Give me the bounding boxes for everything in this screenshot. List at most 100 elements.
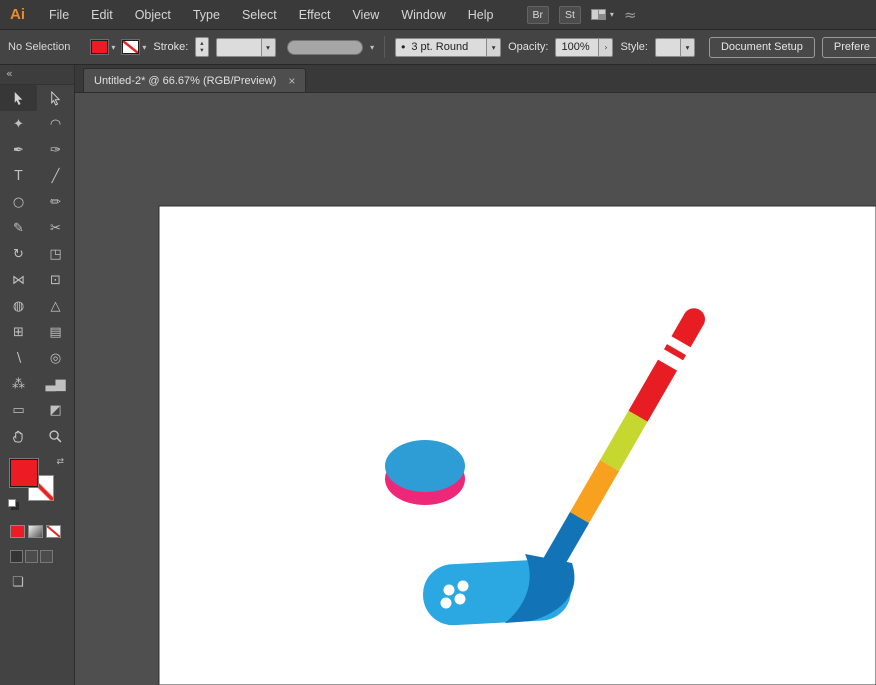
width-profile-dropdown[interactable] [287, 40, 364, 55]
slice-tool[interactable]: ◩ [37, 397, 74, 423]
color-mode-buttons [10, 525, 74, 538]
menu-help[interactable]: Help [457, 8, 505, 22]
ellipse-tool[interactable]: ○ [0, 189, 37, 215]
collapse-panel-button[interactable]: « [0, 65, 74, 85]
app-logo-icon: Ai [0, 6, 38, 23]
document-tab-bar: Untitled-2* @ 66.67% (RGB/Preview) × [75, 65, 876, 93]
width-tool[interactable]: ⋈ [0, 267, 37, 293]
menu-bar-right: Br St ▾ ≈ [527, 6, 637, 24]
paintbrush-tool[interactable]: ✏ [37, 189, 74, 215]
symbol-sprayer-tool[interactable]: ⁂ [0, 371, 37, 397]
mesh-tool[interactable]: ⊞ [0, 319, 37, 345]
preferences-button[interactable]: Prefere [822, 37, 876, 58]
selection-tool[interactable] [0, 85, 37, 111]
free-transform-tool[interactable]: ⊡ [37, 267, 74, 293]
tool-grid: ✦◠✒✑T╱○✏✎✂↻◳⋈⊡◍△⊞▤∖◎⁂▃▆▭◩ [0, 85, 74, 449]
line-segment-tool[interactable]: ╱ [37, 163, 74, 189]
brush-definition-dropdown[interactable]: •3 pt. Round ▾ [395, 38, 501, 57]
document-tab[interactable]: Untitled-2* @ 66.67% (RGB/Preview) × [83, 68, 306, 92]
stock-button[interactable]: St [559, 6, 581, 24]
stroke-weight-dropdown[interactable]: ▾ [216, 38, 276, 57]
sync-icon[interactable]: ≈ [624, 6, 637, 24]
canvas-svg [75, 93, 876, 685]
menu-file[interactable]: File [38, 8, 80, 22]
artboard-tool[interactable]: ▭ [0, 397, 37, 423]
control-bar: No Selection ▾ ▾ Stroke: ▴▾ ▾ ▾ •3 pt. R… [0, 30, 876, 65]
column-graph-tool[interactable]: ▃▆ [37, 371, 74, 397]
divider [384, 36, 385, 58]
chevron-down-icon[interactable]: ▾ [262, 38, 276, 57]
default-fill-stroke-icon[interactable] [8, 499, 16, 507]
puck[interactable] [385, 440, 465, 505]
direct-selection-tool[interactable] [37, 85, 74, 111]
gradient-button[interactable] [28, 525, 43, 538]
fill-stroke-indicator: ⇄ [8, 457, 66, 509]
scale-tool[interactable]: ◳ [37, 241, 74, 267]
eyedropper-tool[interactable]: ∖ [0, 345, 37, 371]
pencil-tool[interactable]: ✎ [0, 215, 37, 241]
menu-type[interactable]: Type [182, 8, 231, 22]
draw-behind-button[interactable] [25, 550, 38, 563]
pen-tool[interactable]: ✒ [0, 137, 37, 163]
puck-top[interactable] [385, 440, 465, 492]
graphic-style-dropdown[interactable]: ▾ [655, 38, 695, 57]
draw-normal-button[interactable] [10, 550, 23, 563]
stroke-color-swatch[interactable] [122, 40, 139, 54]
workspace-switcher[interactable]: ▾ [591, 9, 614, 20]
brush-preview-dot: • [401, 40, 405, 54]
selection-status: No Selection [8, 41, 70, 53]
menu-window[interactable]: Window [390, 8, 456, 22]
chevron-down-icon[interactable]: ▾ [142, 43, 146, 52]
menu-bar: Ai FileEditObjectTypeSelectEffectViewWin… [0, 0, 876, 30]
menu-edit[interactable]: Edit [80, 8, 124, 22]
opacity-label: Opacity: [508, 41, 548, 53]
zoom-tool[interactable] [37, 423, 74, 449]
screen-mode-button[interactable]: ❏ [12, 575, 74, 590]
hand-tool[interactable] [0, 423, 37, 449]
illustrator-window: Ai FileEditObjectTypeSelectEffectViewWin… [0, 0, 876, 685]
fill-swatch[interactable] [10, 459, 38, 487]
canvas-area[interactable] [75, 93, 876, 685]
magic-wand-tool[interactable]: ✦ [0, 111, 37, 137]
perspective-grid-tool[interactable]: △ [37, 293, 74, 319]
blade-dot-3 [441, 598, 452, 609]
type-tool[interactable]: T [0, 163, 37, 189]
chevron-down-icon[interactable]: ▾ [681, 38, 695, 57]
opacity-input[interactable]: 100% [555, 38, 599, 57]
graphic-style-value[interactable] [655, 38, 681, 57]
swap-fill-stroke-icon[interactable]: ⇄ [56, 457, 64, 467]
curvature-pen-tool[interactable]: ✑ [37, 137, 74, 163]
fill-color-swatch[interactable] [91, 40, 108, 54]
blend-tool[interactable]: ◎ [37, 345, 74, 371]
menu-view[interactable]: View [341, 8, 390, 22]
brush-definition-field[interactable]: •3 pt. Round [395, 38, 487, 57]
document-tab-title: Untitled-2* @ 66.67% (RGB/Preview) [94, 75, 276, 87]
stroke-color-dropdown[interactable]: ▾ [122, 40, 146, 54]
chevron-down-icon: ▾ [610, 10, 614, 19]
opacity-control[interactable]: 100% › [555, 38, 613, 57]
stroke-weight-stepper[interactable]: ▴▾ [195, 37, 208, 57]
gradient-tool[interactable]: ▤ [37, 319, 74, 345]
scissors-tool[interactable]: ✂ [37, 215, 74, 241]
chevron-down-icon[interactable]: ▾ [111, 43, 115, 52]
draw-inside-button[interactable] [40, 550, 53, 563]
bridge-button[interactable]: Br [527, 6, 550, 24]
stroke-weight-value[interactable] [216, 38, 262, 57]
menu-select[interactable]: Select [231, 8, 288, 22]
rotate-tool[interactable]: ↻ [0, 241, 37, 267]
tab-close-icon[interactable]: × [288, 75, 295, 87]
stroke-label: Stroke: [153, 41, 188, 53]
blade-dot-4 [455, 594, 466, 605]
chevron-down-icon[interactable]: ▾ [370, 43, 374, 52]
chevron-down-icon[interactable]: ▾ [487, 38, 501, 57]
menu-effect[interactable]: Effect [288, 8, 342, 22]
chevron-right-icon[interactable]: › [599, 38, 613, 57]
shape-builder-tool[interactable]: ◍ [0, 293, 37, 319]
lasso-tool[interactable]: ◠ [37, 111, 74, 137]
menu-object[interactable]: Object [124, 8, 182, 22]
fill-color-dropdown[interactable]: ▾ [91, 40, 115, 54]
document-setup-button[interactable]: Document Setup [709, 37, 815, 58]
none-button[interactable] [46, 525, 61, 538]
color-button[interactable] [10, 525, 25, 538]
menu-list: FileEditObjectTypeSelectEffectViewWindow… [38, 8, 505, 22]
